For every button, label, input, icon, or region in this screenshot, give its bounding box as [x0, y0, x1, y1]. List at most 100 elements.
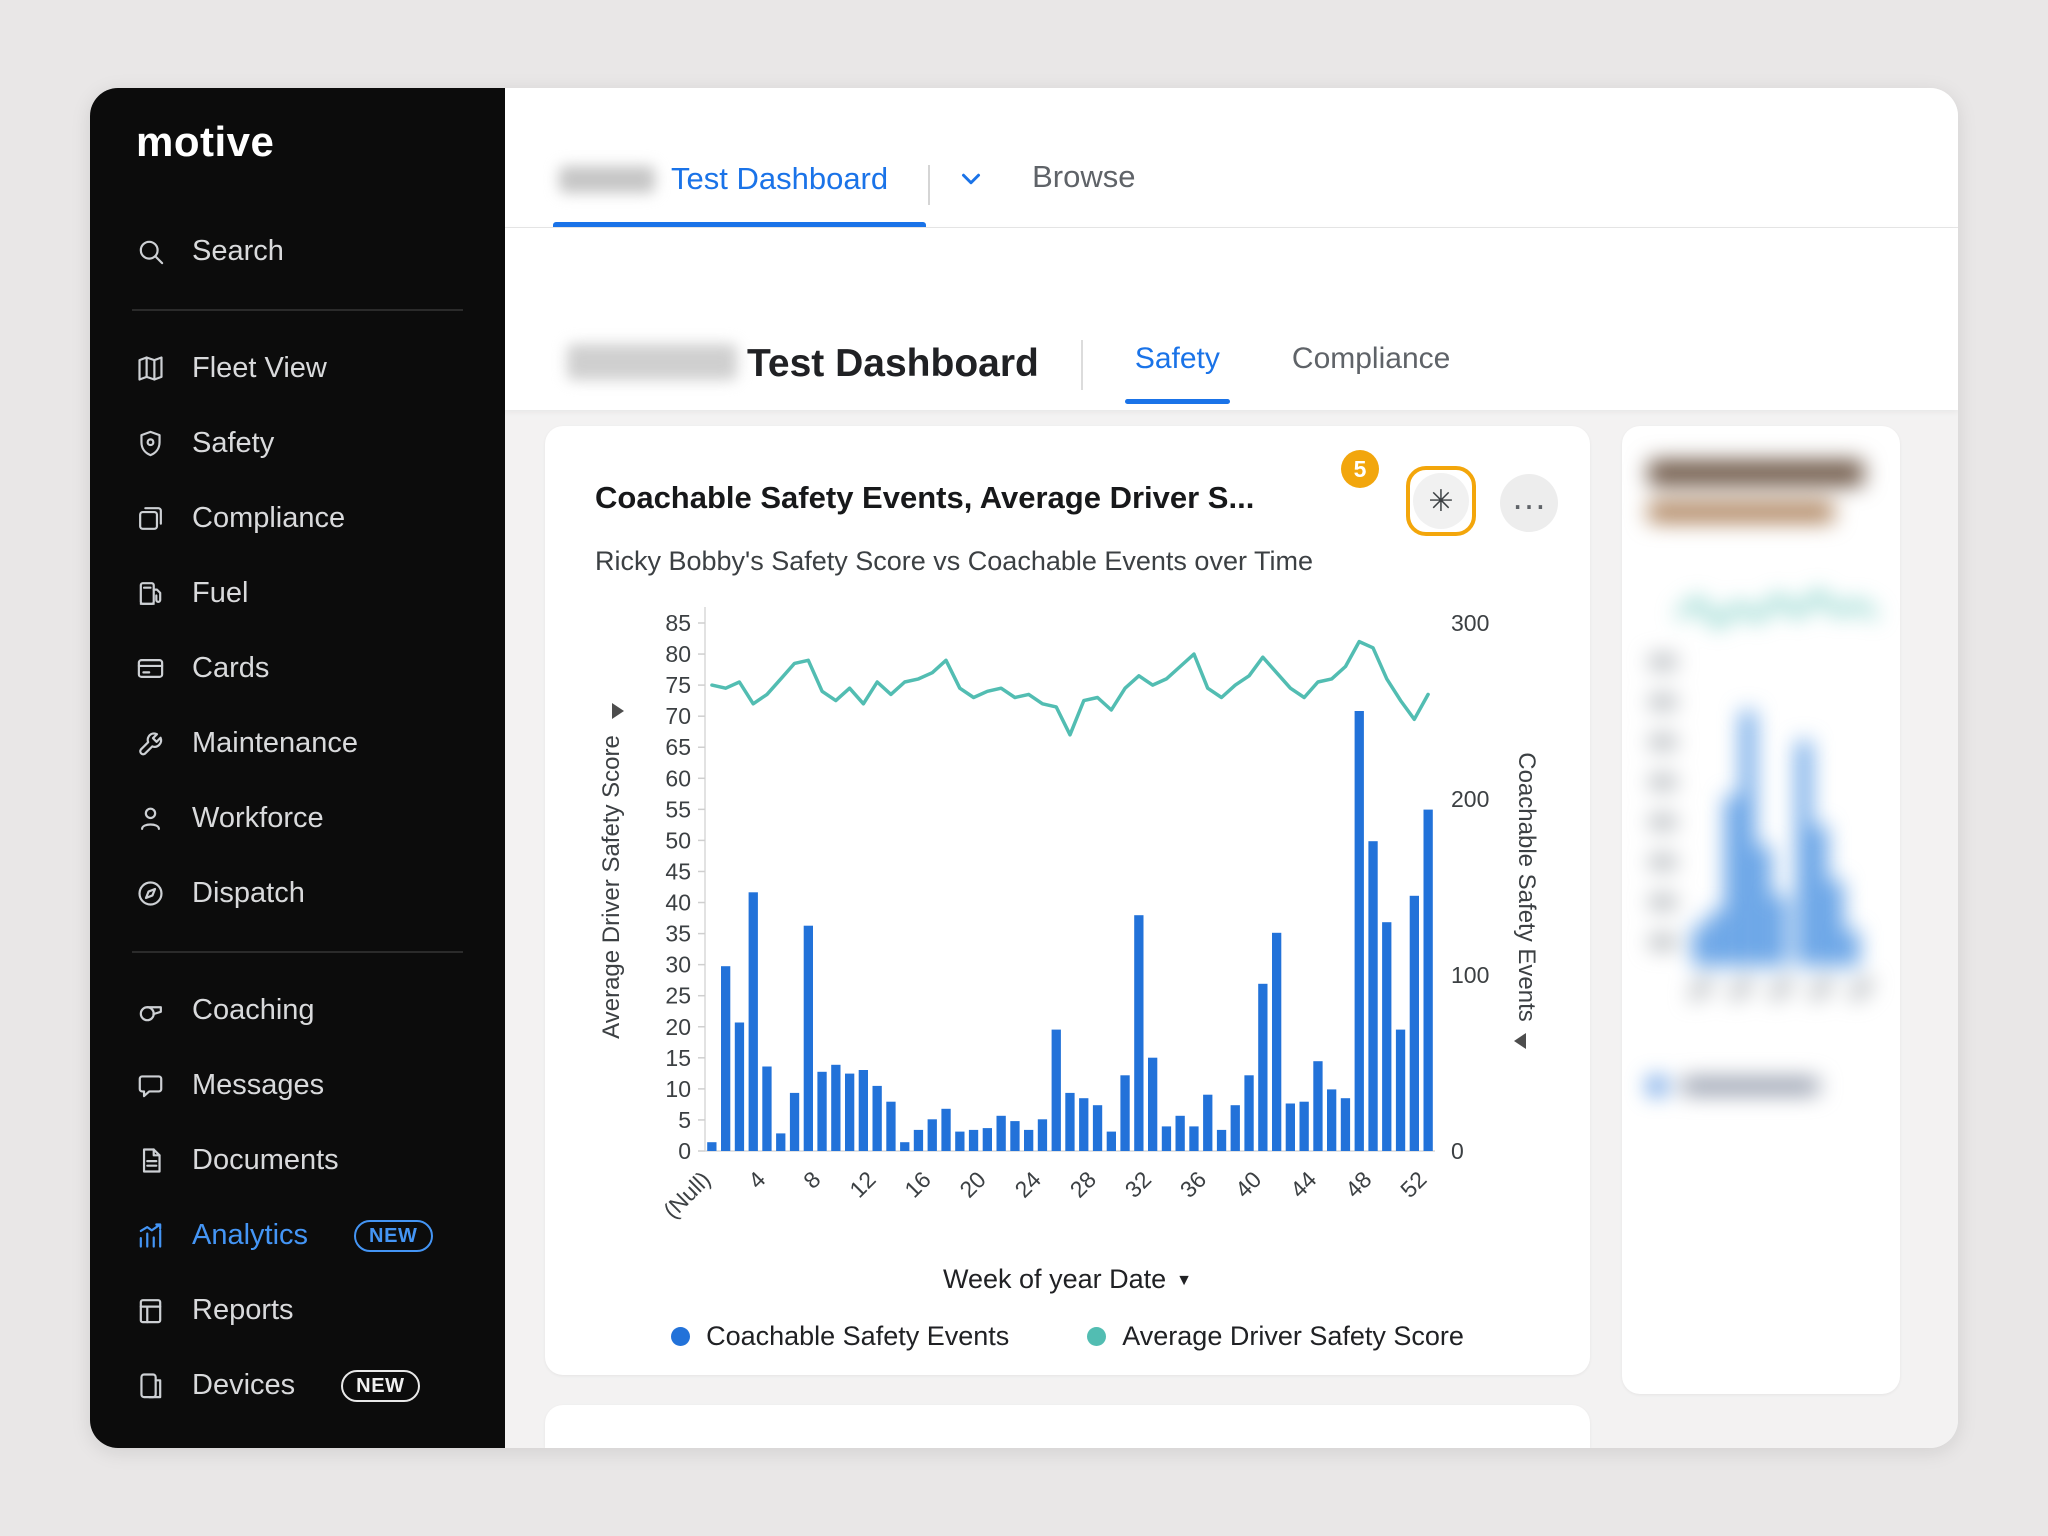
svg-text:20: 20 — [954, 1166, 990, 1202]
svg-text:40: 40 — [665, 890, 691, 916]
svg-text:24: 24 — [1009, 1166, 1046, 1203]
tab-separator — [928, 165, 930, 205]
chat-icon — [134, 1070, 166, 1102]
chart-card: Coachable Safety Events, Average Driver … — [545, 426, 1590, 1375]
svg-text:0: 0 — [1451, 1138, 1464, 1164]
compliance-icon — [134, 503, 166, 535]
combo-chart: 0510152025303540455055606570758085010020… — [593, 591, 1543, 1236]
x-axis-label[interactable]: Week of year Date▼ — [589, 1264, 1546, 1295]
svg-text:12: 12 — [844, 1166, 880, 1202]
svg-text:20: 20 — [665, 1014, 691, 1040]
svg-text:36: 36 — [1174, 1166, 1210, 1202]
svg-text:0: 0 — [678, 1138, 691, 1164]
svg-text:25: 25 — [665, 983, 691, 1009]
title-divider — [1081, 340, 1083, 390]
legend-item-events[interactable]: Coachable Safety Events — [671, 1321, 1009, 1352]
motive-logo: motive — [136, 118, 505, 166]
compass-icon — [134, 878, 166, 910]
fuel-pump-icon — [134, 578, 166, 610]
sidebar-item-workforce[interactable]: Workforce — [90, 781, 505, 856]
chart-legend: Coachable Safety Events Average Driver S… — [589, 1321, 1546, 1352]
report-table-icon — [134, 1295, 166, 1327]
document-icon — [134, 1145, 166, 1177]
next-card-peek — [545, 1405, 1590, 1448]
redacted-text — [567, 344, 737, 380]
tab-compliance[interactable]: Compliance — [1282, 342, 1460, 410]
search-icon — [134, 236, 166, 268]
sidebar-item-reports[interactable]: Reports — [90, 1273, 505, 1348]
redacted-text — [559, 166, 655, 193]
sort-caret-icon: ▼ — [1176, 1272, 1192, 1289]
blurred-content — [1648, 460, 1874, 1095]
sidebar-item-analytics[interactable]: Analytics NEW — [90, 1198, 505, 1273]
legend-item-score[interactable]: Average Driver Safety Score — [1087, 1321, 1464, 1352]
whistle-icon — [134, 995, 166, 1027]
card-actions: 5 ✳ … — [1324, 450, 1564, 562]
sidebar: motive Search Fleet View Safety Complian… — [90, 88, 505, 1448]
sidebar-item-fleet-view[interactable]: Fleet View — [90, 331, 505, 406]
svg-text:65: 65 — [665, 734, 691, 760]
svg-text:16: 16 — [899, 1166, 935, 1202]
svg-text:50: 50 — [665, 827, 691, 853]
svg-text:85: 85 — [665, 610, 691, 636]
sidebar-item-fuel[interactable]: Fuel — [90, 556, 505, 631]
person-icon — [134, 803, 166, 835]
sidebar-item-partial[interactable] — [90, 1423, 505, 1448]
svg-text:300: 300 — [1451, 610, 1489, 636]
sidebar-item-documents[interactable]: Documents — [90, 1123, 505, 1198]
app-window: motive Search Fleet View Safety Complian… — [90, 88, 1958, 1448]
sidebar-item-maintenance[interactable]: Maintenance — [90, 706, 505, 781]
dashboard-tabbar: Test Dashboard Browse — [505, 88, 1958, 228]
sidebar-item-coaching[interactable]: Coaching — [90, 973, 505, 1048]
map-icon — [134, 353, 166, 385]
sidebar-item-dispatch[interactable]: Dispatch — [90, 856, 505, 931]
legend-dot-blue — [671, 1327, 690, 1346]
svg-text:75: 75 — [665, 672, 691, 698]
sidebar-item-safety[interactable]: Safety — [90, 406, 505, 481]
dashboard-content: Coachable Safety Events, Average Driver … — [505, 410, 1958, 1448]
sidebar-item-cards[interactable]: Cards — [90, 631, 505, 706]
chevron-down-icon[interactable] — [956, 164, 986, 199]
svg-text:70: 70 — [665, 703, 691, 729]
tab-test-dashboard[interactable]: Test Dashboard — [553, 161, 926, 227]
page-header: Test Dashboard Safety Compliance — [505, 228, 1958, 410]
new-badge: NEW — [341, 1370, 419, 1402]
svg-text:52: 52 — [1395, 1166, 1431, 1202]
svg-text:Coachable Safety Events: Coachable Safety Events — [1513, 752, 1540, 1022]
partial-icon — [134, 1445, 166, 1449]
more-options-button[interactable]: … — [1500, 474, 1558, 532]
svg-text:80: 80 — [665, 641, 691, 667]
sidebar-item-search[interactable]: Search — [90, 214, 505, 289]
svg-text:5: 5 — [678, 1107, 691, 1133]
insights-button[interactable]: ✳ — [1413, 473, 1469, 529]
blurred-chart-card — [1622, 426, 1900, 1394]
sparkle-icon: ✳ — [1428, 484, 1453, 519]
svg-text:44: 44 — [1284, 1166, 1321, 1203]
svg-text:100: 100 — [1451, 962, 1489, 988]
svg-text:30: 30 — [665, 952, 691, 978]
svg-text:40: 40 — [1229, 1166, 1265, 1202]
sidebar-item-messages[interactable]: Messages — [90, 1048, 505, 1123]
page-title: Test Dashboard — [747, 342, 1039, 386]
svg-text:55: 55 — [665, 796, 691, 822]
svg-text:35: 35 — [665, 921, 691, 947]
svg-text:(Null): (Null) — [658, 1166, 715, 1223]
sidebar-item-label: Search — [192, 235, 284, 268]
device-icon — [134, 1370, 166, 1402]
svg-text:28: 28 — [1064, 1166, 1100, 1202]
credit-card-icon — [134, 653, 166, 685]
svg-text:15: 15 — [665, 1045, 691, 1071]
svg-text:32: 32 — [1119, 1166, 1155, 1202]
svg-text:200: 200 — [1451, 786, 1489, 812]
tab-browse[interactable]: Browse — [1032, 159, 1135, 227]
highlight-frame: ✳ — [1406, 466, 1476, 536]
sidebar-item-devices[interactable]: Devices NEW — [90, 1348, 505, 1423]
new-badge: NEW — [354, 1220, 432, 1252]
main-area: Test Dashboard Browse Test Dashboard Saf… — [505, 88, 1958, 1448]
legend-dot-teal — [1087, 1327, 1106, 1346]
shield-icon — [134, 428, 166, 460]
svg-text:Average Driver Safety Score: Average Driver Safety Score — [598, 735, 625, 1039]
sidebar-item-compliance[interactable]: Compliance — [90, 481, 505, 556]
tab-safety[interactable]: Safety — [1125, 342, 1230, 410]
svg-text:48: 48 — [1340, 1166, 1376, 1202]
